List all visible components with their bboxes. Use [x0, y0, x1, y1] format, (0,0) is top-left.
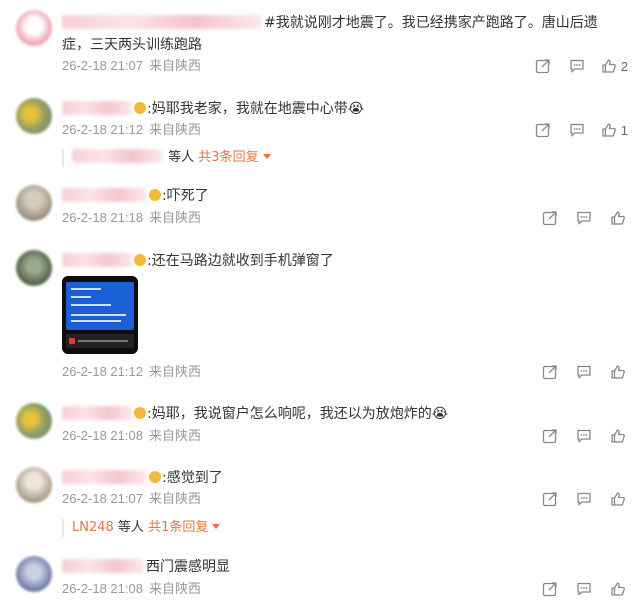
- reply-user-blurred[interactable]: [72, 149, 162, 163]
- user-badge-icon: [134, 407, 146, 419]
- comment-meta: 26-2-18 21:12 来自陕西: [62, 121, 201, 139]
- avatar[interactable]: [16, 185, 52, 221]
- phone-screen: [66, 282, 134, 330]
- share-icon[interactable]: [533, 56, 553, 76]
- reply-summary: LN248 等人 共1条回复: [62, 519, 221, 537]
- username-blurred[interactable]: [62, 101, 132, 115]
- reply-summary: 等人 共3条回复: [62, 149, 271, 167]
- user-badge-icon: [149, 471, 161, 483]
- comment-meta: 26-2-18 21:18 来自陕西: [62, 209, 201, 227]
- view-replies-link[interactable]: 共1条回复: [148, 520, 208, 535]
- username-blurred[interactable]: [62, 470, 147, 484]
- username-blurred[interactable]: [62, 253, 132, 267]
- user-badge-icon: [134, 102, 146, 114]
- comment-source: 来自陕西: [148, 581, 201, 596]
- comment-date: 26-2-18 21:08: [62, 581, 143, 596]
- comment-meta: 26-2-18 21:07 来自陕西: [62, 57, 201, 75]
- user-badge-icon: [149, 189, 161, 201]
- comment-actions: [526, 426, 628, 446]
- comment-date: 26-2-18 21:18: [62, 210, 143, 225]
- comment-icon[interactable]: [574, 362, 594, 382]
- comment-meta: 26-2-18 21:12 来自陕西: [62, 363, 201, 381]
- comment-actions: [526, 489, 628, 509]
- comment-body: :还在马路边就收到手机弹窗了: [147, 253, 334, 269]
- view-replies-link[interactable]: 共3条回复: [198, 150, 258, 165]
- reply-suffix: 等人: [168, 150, 195, 165]
- share-icon[interactable]: [540, 489, 560, 509]
- comment-text: #我就说刚才地震了。我已经携家产跑路了。唐山后遗症，三天两头训练跑路: [62, 12, 622, 56]
- phone-bottom-bar: [66, 334, 134, 348]
- like-icon[interactable]: [608, 579, 628, 599]
- comment-icon[interactable]: [567, 56, 587, 76]
- comment-source: 来自陕西: [148, 58, 201, 73]
- chevron-down-icon[interactable]: [262, 154, 271, 159]
- comment-icon[interactable]: [567, 120, 587, 140]
- comment-text: :吓死了: [62, 185, 628, 207]
- comment-body: :妈耶，我说窗户怎么响呢，我还以为放炮炸的😭: [147, 406, 449, 422]
- avatar[interactable]: [16, 98, 52, 134]
- share-icon[interactable]: [540, 426, 560, 446]
- comment-text: :还在马路边就收到手机弹窗了: [62, 250, 628, 272]
- comment-source: 来自陕西: [148, 428, 201, 443]
- avatar[interactable]: [16, 403, 52, 439]
- comment-actions: [526, 579, 628, 599]
- username-blurred[interactable]: [62, 559, 144, 573]
- comment-date: 26-2-18 21:12: [62, 122, 143, 137]
- comment-icon[interactable]: [574, 489, 594, 509]
- comment-source: 来自陕西: [148, 122, 201, 137]
- like-count: 2: [620, 58, 628, 74]
- comment-meta: 26-2-18 21:08 来自陕西: [62, 580, 201, 598]
- avatar[interactable]: [16, 556, 52, 592]
- like-icon[interactable]: [608, 489, 628, 509]
- like-icon[interactable]: [608, 362, 628, 382]
- comment-text: :感觉到了: [62, 467, 628, 489]
- like-icon[interactable]: [608, 208, 628, 228]
- comment-actions: 1: [519, 120, 628, 140]
- username-blurred[interactable]: [62, 15, 262, 29]
- comment-body: :感觉到了: [162, 470, 223, 486]
- comment-source: 来自陕西: [148, 210, 201, 225]
- comment-source: 来自陕西: [148, 491, 201, 506]
- comment-date: 26-2-18 21:12: [62, 364, 143, 379]
- avatar[interactable]: [16, 250, 52, 286]
- comment-date: 26-2-18 21:07: [62, 58, 143, 73]
- user-badge-icon: [134, 254, 146, 266]
- comment-meta: 26-2-18 21:08 来自陕西: [62, 427, 201, 445]
- comment-date: 26-2-18 21:08: [62, 428, 143, 443]
- share-icon[interactable]: [540, 579, 560, 599]
- comment-source: 来自陕西: [148, 364, 201, 379]
- avatar[interactable]: [16, 10, 52, 46]
- comment-body: :妈耶我老家，我就在地震中心带😭: [147, 101, 365, 117]
- like-icon[interactable]: [608, 426, 628, 446]
- reply-user-link[interactable]: LN248: [72, 520, 114, 535]
- comment-actions: [526, 208, 628, 228]
- reply-suffix: 等人: [117, 520, 144, 535]
- username-blurred[interactable]: [62, 188, 147, 202]
- comment-meta: 26-2-18 21:07 来自陕西: [62, 490, 201, 508]
- comment-icon[interactable]: [574, 426, 594, 446]
- comment-actions: 2: [519, 56, 628, 76]
- share-icon[interactable]: [540, 208, 560, 228]
- attached-image[interactable]: [62, 276, 138, 354]
- like-count: 1: [620, 122, 628, 138]
- comment-date: 26-2-18 21:07: [62, 491, 143, 506]
- share-icon[interactable]: [533, 120, 553, 140]
- comment-icon[interactable]: [574, 579, 594, 599]
- comment-body: 西门震感明显: [146, 559, 230, 575]
- comment-icon[interactable]: [574, 208, 594, 228]
- like-icon[interactable]: 2: [601, 56, 628, 76]
- comment-actions: [526, 362, 628, 382]
- chevron-down-icon[interactable]: [212, 524, 221, 529]
- username-blurred[interactable]: [62, 406, 132, 420]
- comment-text: 西门震感明显: [62, 556, 628, 578]
- comment-text: :妈耶，我说窗户怎么响呢，我还以为放炮炸的😭: [62, 403, 628, 425]
- share-icon[interactable]: [540, 362, 560, 382]
- comment-text: :妈耶我老家，我就在地震中心带😭: [62, 98, 628, 120]
- comment-body: :吓死了: [162, 188, 209, 204]
- like-icon[interactable]: 1: [601, 120, 628, 140]
- avatar[interactable]: [16, 467, 52, 503]
